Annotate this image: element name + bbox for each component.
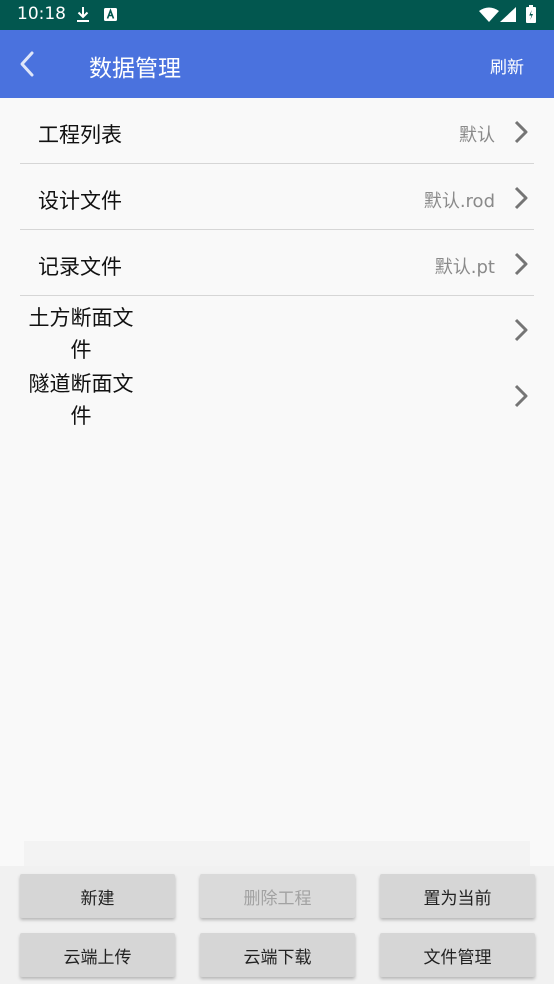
list-item-earthwork-section-file[interactable]: 土方断面文 件 xyxy=(0,296,554,362)
app-notification-icon xyxy=(104,8,117,21)
list-item-label: 土方断面文 件 xyxy=(28,306,134,362)
list-item-label: 隧道断面文 件 xyxy=(28,372,134,428)
list-item-record-file[interactable]: 记录文件 默认.pt xyxy=(0,230,554,296)
download-icon xyxy=(77,7,89,22)
chevron-right-icon xyxy=(514,120,528,144)
battery-icon xyxy=(526,5,536,23)
page-title: 数据管理 xyxy=(89,56,181,82)
wifi-icon xyxy=(479,7,499,22)
cloud-download-button[interactable]: 云端下载 xyxy=(200,933,355,977)
list-item-design-file[interactable]: 设计文件 默认.rod xyxy=(0,164,554,230)
status-bar: 10:18 xyxy=(0,0,554,30)
status-time: 10:18 xyxy=(17,4,66,24)
app-bar: 数据管理 刷新 xyxy=(0,30,554,98)
list-item-tunnel-section-file[interactable]: 隧道断面文 件 xyxy=(0,362,554,428)
chevron-right-icon xyxy=(514,186,528,210)
list-item-value: 默认.rod xyxy=(423,191,495,212)
panel-shadow xyxy=(24,841,530,867)
delete-project-button[interactable]: 删除工程 xyxy=(200,874,355,918)
chevron-right-icon xyxy=(514,318,528,342)
back-button[interactable] xyxy=(12,46,44,82)
cloud-upload-button[interactable]: 云端上传 xyxy=(20,933,175,977)
file-manage-button[interactable]: 文件管理 xyxy=(380,933,535,977)
chevron-right-icon xyxy=(514,252,528,276)
refresh-button[interactable]: 刷新 xyxy=(490,53,524,78)
list-item-label: 记录文件 xyxy=(38,255,122,279)
list-item-project-list[interactable]: 工程列表 默认 xyxy=(0,98,554,164)
list-item-label: 设计文件 xyxy=(38,189,122,213)
signal-icon xyxy=(500,7,516,22)
set-current-button[interactable]: 置为当前 xyxy=(380,874,535,918)
list-item-value: 默认 xyxy=(459,125,495,146)
new-button[interactable]: 新建 xyxy=(20,874,175,918)
list-item-value: 默认.pt xyxy=(434,257,495,278)
chevron-right-icon xyxy=(514,384,528,408)
back-chevron-icon xyxy=(20,51,34,77)
action-panel: 新建 删除工程 置为当前 云端上传 云端下载 文件管理 xyxy=(0,866,554,984)
file-list: 工程列表 默认 设计文件 默认.rod 记录文件 默认.pt 土方断面文 件 隧… xyxy=(0,98,554,428)
list-item-label: 工程列表 xyxy=(38,123,122,147)
